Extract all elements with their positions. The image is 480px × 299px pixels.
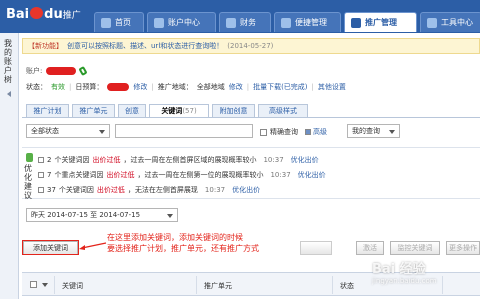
nav-tab-tool-center[interactable]: 工具中心	[420, 12, 480, 32]
finance-icon	[226, 17, 236, 28]
annotation-arrow-icon	[79, 242, 107, 250]
notice-tag: 【新功能】	[28, 42, 63, 50]
keyword-search-input[interactable]	[115, 124, 253, 138]
paw-icon	[30, 7, 44, 19]
column-header-status[interactable]: 状态	[340, 281, 354, 291]
tab-keywords[interactable]: 关键词 (57)	[149, 104, 209, 118]
toolbox-icon	[427, 17, 437, 28]
account-status-line: 状态： 有效 | 日预算： 修改 | 推广地域： 全部地域 修改 | 批量下载(…	[26, 82, 346, 92]
select-all-checkbox[interactable]	[30, 281, 37, 288]
tool-icon	[281, 17, 291, 28]
optimize-bid-link[interactable]: 优化出价	[298, 170, 326, 180]
checkbox[interactable]	[260, 128, 267, 136]
other-settings-link[interactable]: 其他设置	[318, 82, 346, 92]
tab-ad-group[interactable]: 推广单元	[72, 104, 115, 118]
extra-disabled-button	[300, 241, 332, 255]
suggestion-row: 7 个重点关键词因 出价过低 ，过去一周在左侧第一位的展现概率较小 10:37 优化…	[38, 170, 326, 180]
region-edit-link[interactable]: 修改	[229, 82, 243, 92]
account-line: 账户:	[26, 66, 88, 76]
advanced-filter-toggle[interactable]: 高级	[305, 127, 327, 137]
checkbox[interactable]	[38, 157, 44, 163]
nav-tab-account-center[interactable]: 账户中心	[147, 12, 216, 32]
checkbox[interactable]	[38, 172, 44, 178]
home-icon	[101, 17, 111, 28]
baidu-logo[interactable]: Bai du推广	[6, 7, 81, 22]
checkbox[interactable]	[38, 187, 44, 193]
suggestion-row: 2 个关键词因 出价过低 ，过去一周在左侧首屏区域的展现概率较小 10:37 优化出…	[38, 155, 319, 165]
nav-tab-home[interactable]: 首页	[94, 12, 144, 32]
account-label: 账户:	[26, 67, 43, 75]
new-feature-notice: 【新功能】 创意可以按照标题、描述、url和状态进行查询啦！ (2014-05-…	[22, 38, 480, 54]
tab-divider	[22, 117, 480, 118]
notice-message[interactable]: 创意可以按照标题、描述、url和状态进行查询啦！	[67, 41, 223, 51]
annotation-text: 在这里添加关键词，添加关键词的时候 要选择推广计划，推广单元，还有推广方式	[107, 233, 259, 253]
filter-icon	[305, 129, 311, 135]
tab-campaign[interactable]: 推广计划	[26, 104, 69, 118]
chart-icon	[351, 17, 361, 28]
account-tree-sidebar[interactable]: 我的账户树	[0, 33, 19, 299]
account-icon	[154, 17, 164, 28]
more-actions-button[interactable]: 更多操作	[446, 241, 480, 255]
phone-icon[interactable]	[78, 66, 88, 76]
date-range-select[interactable]: 昨天 2014-07-15 至 2014-07-15	[26, 208, 178, 222]
collapse-arrow-icon[interactable]	[7, 91, 11, 97]
region-value: 全部地域	[196, 83, 225, 91]
bulk-download-link[interactable]: 批量下载(已完成)	[253, 82, 307, 92]
status-filter-select[interactable]: 全部状态	[26, 124, 110, 138]
chevron-down-icon	[389, 130, 395, 134]
budget-redacted	[107, 83, 130, 91]
suggestion-row: 37 个关键词因 出价过低 ，无法在左侧首屏展现 10:37 优化出价	[38, 185, 260, 195]
sidebar-label: 我的账户树	[4, 39, 12, 84]
tab-advanced-style[interactable]: 高级样式	[258, 104, 308, 118]
exact-query-checkbox[interactable]: 精确查询	[260, 127, 298, 137]
chevron-down-icon	[99, 130, 105, 134]
column-header-keyword[interactable]: 关键词	[62, 281, 83, 291]
chevron-down-icon	[167, 214, 173, 218]
top-nav-bar: Bai du推广 首页 账户中心 财务 便捷管理 推广管理 工具中心	[0, 0, 480, 33]
tab-extra-creative[interactable]: 附加创意	[212, 104, 255, 118]
my-query-select[interactable]: 我的查询	[347, 124, 400, 138]
nav-tab-finance[interactable]: 财务	[219, 12, 271, 32]
column-header-ad-group[interactable]: 推广单元	[204, 281, 232, 291]
optimization-suggestions: 优化建议 2 个关键词因 出价过低 ，过去一周在左侧首屏区域的展现概率较小 10:3…	[22, 147, 480, 200]
optimization-label: 优化建议	[24, 164, 32, 200]
monitor-keyword-button[interactable]: 监控关键词	[390, 241, 440, 255]
account-name-redacted	[46, 67, 77, 75]
optimize-bid-link[interactable]: 优化出价	[232, 185, 260, 195]
baidu-jingyan-watermark: Bai 经验 jingyan.baidu.com	[372, 262, 437, 285]
optimize-bid-link[interactable]: 优化出价	[291, 155, 319, 165]
lightbulb-icon	[26, 153, 33, 162]
activate-button[interactable]: 激活	[356, 241, 384, 255]
chevron-down-icon[interactable]	[42, 283, 48, 287]
tab-creative[interactable]: 创意	[118, 104, 146, 118]
nav-tab-quick-manage[interactable]: 便捷管理	[274, 12, 341, 32]
status-value: 有效	[51, 83, 65, 91]
notice-date: (2014-05-27)	[227, 42, 274, 50]
nav-tab-promotion-manage[interactable]: 推广管理	[344, 12, 417, 32]
budget-edit-link[interactable]: 修改	[133, 82, 147, 92]
